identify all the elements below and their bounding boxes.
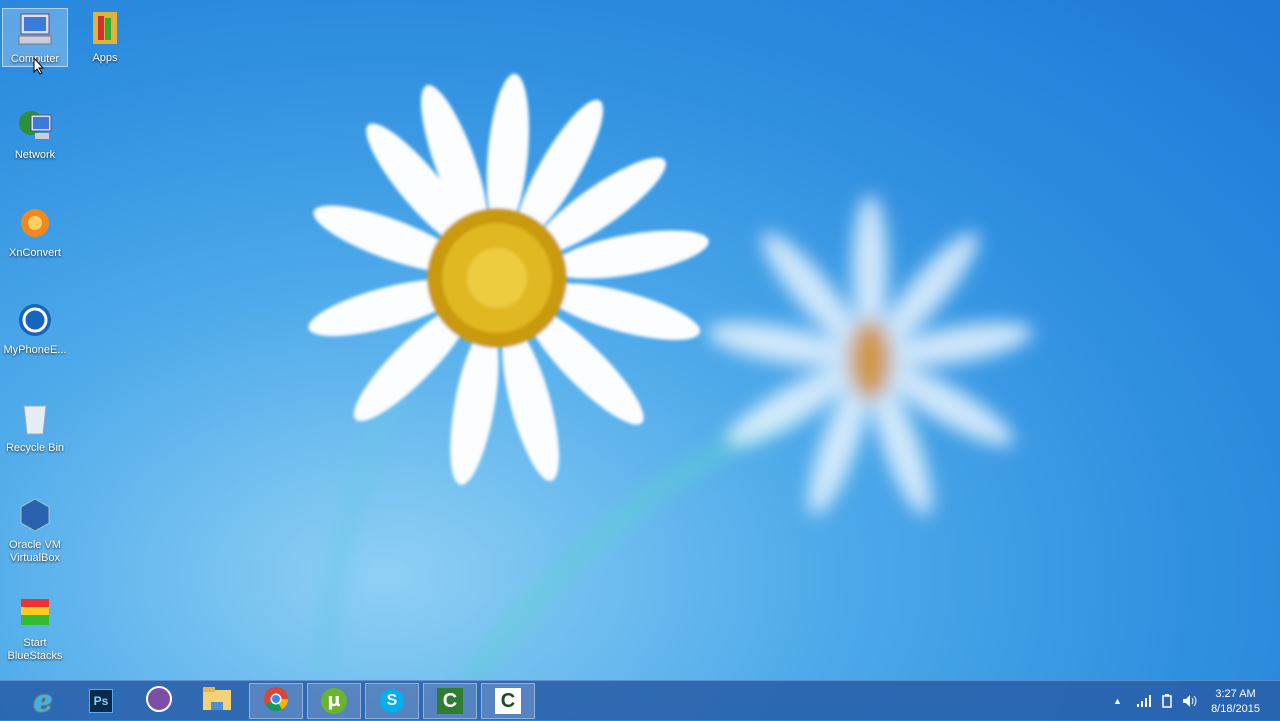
taskbar: e Ps µ S C C ▲ 3:27 AM 8/18/2015 xyxy=(0,680,1280,720)
computer-icon xyxy=(15,9,55,49)
taskbar-viber-button[interactable] xyxy=(132,683,186,719)
taskbar-file-explorer-button[interactable] xyxy=(190,683,244,719)
mouse-cursor xyxy=(33,57,45,75)
desktop-icon-network[interactable]: Network xyxy=(2,105,68,162)
wallpaper-daisy xyxy=(308,73,1033,680)
clock[interactable]: 3:27 AM 8/18/2015 xyxy=(1211,687,1260,717)
desktop-icon-myphonee[interactable]: MyPhoneE... xyxy=(2,300,68,357)
chrome-icon xyxy=(263,686,289,717)
xnconvert-icon xyxy=(15,203,55,243)
volume-icon[interactable] xyxy=(1182,694,1198,708)
desktop-icon-label: MyPhoneE... xyxy=(3,344,67,356)
clock-time: 3:27 AM xyxy=(1215,688,1256,700)
show-hidden-icons-icon[interactable]: ▲ xyxy=(1113,696,1122,706)
viber-icon xyxy=(146,685,172,717)
bluestacks-icon xyxy=(15,593,55,633)
desktop-icon-label: Apps xyxy=(92,52,118,64)
recycle-bin-icon xyxy=(15,398,55,438)
desktop-icon-label: Start BlueStacks xyxy=(7,637,63,662)
skype-icon: S xyxy=(380,689,404,713)
desktop-icon-xnconvert[interactable]: XnConvert xyxy=(2,203,68,260)
utorrent-icon: µ xyxy=(321,688,347,714)
taskbar-chrome-button[interactable] xyxy=(249,683,303,719)
taskbar-utorrent-button[interactable]: µ xyxy=(307,683,361,719)
virtualbox-icon xyxy=(15,495,55,535)
taskbar-internet-explorer-button[interactable]: e xyxy=(16,683,70,719)
file-explorer-icon xyxy=(202,686,232,717)
photoshop-icon: Ps xyxy=(89,689,113,713)
system-tray: ▲ xyxy=(1113,681,1198,721)
network-signal-icon[interactable] xyxy=(1136,695,1152,707)
camtasia-icon: C xyxy=(437,688,463,714)
network-icon xyxy=(15,105,55,145)
desktop-icon-label: Oracle VM VirtualBox xyxy=(9,539,61,564)
battery-icon[interactable] xyxy=(1162,694,1172,708)
camtasia-recorder-icon: C xyxy=(495,688,521,714)
desktop-icon-recycle-bin[interactable]: Recycle Bin xyxy=(2,398,68,455)
desktop-icon-apps[interactable]: Apps xyxy=(72,8,138,65)
clock-date: 8/18/2015 xyxy=(1211,703,1260,715)
ie-icon: e xyxy=(33,683,53,719)
desktop-icon-label: Recycle Bin xyxy=(5,442,65,454)
taskbar-camtasia-recorder-button[interactable]: C xyxy=(481,683,535,719)
folder-icon xyxy=(85,8,125,48)
desktop-icon-label: Network xyxy=(14,149,56,161)
taskbar-skype-button[interactable]: S xyxy=(365,683,419,719)
taskbar-camtasia-button[interactable]: C xyxy=(423,683,477,719)
desktop-icon-start-bluestacks[interactable]: Start BlueStacks xyxy=(2,593,68,663)
taskbar-photoshop-button[interactable]: Ps xyxy=(74,683,128,719)
desktop-icon-oracle-vm-virtualbox[interactable]: Oracle VM VirtualBox xyxy=(2,495,68,565)
desktop-icon-label: XnConvert xyxy=(9,247,61,259)
myphoneexplorer-icon xyxy=(15,300,55,340)
